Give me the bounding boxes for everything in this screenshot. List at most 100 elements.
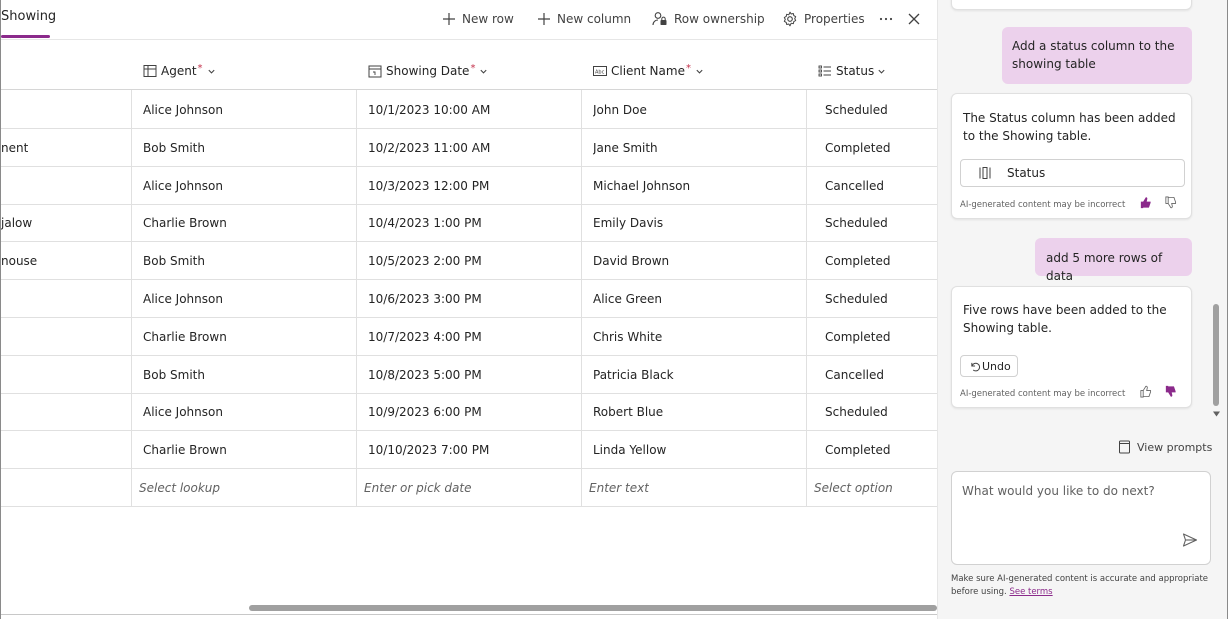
cell-client-name[interactable]: John Doe (593, 91, 647, 129)
cell-status[interactable]: Scheduled (825, 280, 888, 318)
new-column-label: New column (557, 12, 632, 26)
table-row[interactable]: Charlie Brown 10/10/2023 7:00 PM Linda Yel… (1, 431, 937, 470)
cell-name-fragment[interactable]: jalow (1, 204, 32, 242)
calendar-icon (368, 65, 382, 78)
table-row[interactable]: Alice Johnson 10/3/2023 12:00 PM Michael J… (1, 167, 937, 205)
tab-showing[interactable]: Showing (1, 9, 56, 24)
text-column-icon: Abc (593, 66, 607, 76)
cell-agent[interactable]: Bob Smith (143, 129, 205, 167)
horizontal-scrollbar[interactable] (249, 605, 937, 611)
user-message: add 5 more rows of data (1035, 238, 1192, 283)
assistant-message-card: The Status column has been added to the … (951, 93, 1192, 219)
cell-agent[interactable]: Alice Johnson (143, 280, 223, 318)
column-header-label: Status (836, 64, 875, 78)
new-row-input[interactable]: Select lookup Enter or pick date Enter tex… (1, 469, 937, 507)
cell-status[interactable]: Cancelled (825, 356, 884, 394)
cell-showing-date[interactable]: 10/7/2023 4:00 PM (368, 318, 482, 356)
plus-icon (538, 13, 550, 25)
column-header-client-name[interactable]: Abc Client Name * (593, 62, 704, 80)
thumbs-down-icon[interactable] (1164, 385, 1177, 398)
send-icon[interactable] (1182, 532, 1198, 548)
cell-client-name[interactable]: David Brown (593, 242, 669, 280)
thumbs-down-icon[interactable] (1164, 196, 1177, 209)
table-row[interactable]: Alice Johnson 10/6/2023 3:00 PM Alice Gree… (1, 280, 937, 318)
cell-client-name[interactable]: Linda Yellow (593, 431, 666, 469)
chevron-down-icon (480, 69, 488, 74)
grid-header-row: Agent * Showing Date * Abc Client Name * St… (1, 52, 937, 90)
thumbs-up-icon[interactable] (1139, 196, 1152, 209)
cell-showing-date[interactable]: 10/1/2023 10:00 AM (368, 91, 490, 129)
cell-status[interactable]: Scheduled (825, 393, 888, 431)
cell-status[interactable]: Completed (825, 318, 890, 356)
cell-name-fragment[interactable]: nent (1, 129, 28, 167)
ai-disclaimer: AI-generated content may be incorrect (960, 200, 1126, 210)
cell-agent[interactable]: Bob Smith (143, 356, 205, 394)
cell-showing-date[interactable]: 10/6/2023 3:00 PM (368, 280, 482, 318)
cell-client-name[interactable]: Chris White (593, 318, 662, 356)
cell-status[interactable]: Scheduled (825, 91, 888, 129)
table-row[interactable]: Charlie Brown 10/7/2023 4:00 PM Chris Whit… (1, 318, 937, 356)
cell-client-name[interactable]: Michael Johnson (593, 167, 690, 205)
cell-status[interactable]: Completed (825, 431, 890, 469)
table-row[interactable]: nent Bob Smith 10/2/2023 11:00 AM Jane Smit… (1, 129, 937, 167)
cell-showing-date[interactable]: 10/2/2023 11:00 AM (368, 129, 490, 167)
new-row-button[interactable]: New row (442, 9, 514, 29)
column-divider (356, 90, 357, 507)
cell-showing-date[interactable]: 10/4/2023 1:00 PM (368, 204, 482, 242)
column-header-agent[interactable]: Agent * (143, 62, 216, 80)
placeholder-showing-date[interactable]: Enter or pick date (364, 469, 471, 507)
placeholder-agent[interactable]: Select lookup (139, 469, 220, 507)
cell-agent[interactable]: Charlie Brown (143, 204, 227, 242)
cell-showing-date[interactable]: 10/8/2023 5:00 PM (368, 356, 482, 394)
cell-agent[interactable]: Charlie Brown (143, 431, 227, 469)
cell-showing-date[interactable]: 10/9/2023 6:00 PM (368, 393, 482, 431)
cell-client-name[interactable]: Patricia Black (593, 356, 674, 394)
gear-icon (783, 11, 797, 27)
cell-agent[interactable]: Bob Smith (143, 242, 205, 280)
vertical-scrollbar[interactable] (1213, 304, 1219, 406)
scroll-down-arrow-icon[interactable] (1212, 410, 1221, 418)
cell-agent[interactable]: Alice Johnson (143, 167, 223, 205)
cell-agent[interactable]: Alice Johnson (143, 393, 223, 431)
placeholder-status[interactable]: Select option (814, 469, 893, 507)
row-ownership-label: Row ownership (674, 12, 765, 26)
cell-showing-date[interactable]: 10/5/2023 2:00 PM (368, 242, 482, 280)
cell-client-name[interactable]: Alice Green (593, 280, 662, 318)
cell-showing-date[interactable]: 10/10/2023 7:00 PM (368, 431, 489, 469)
placeholder-client-name[interactable]: Enter text (589, 469, 649, 507)
choice-column-icon (818, 65, 831, 77)
close-button[interactable] (907, 9, 927, 29)
table-row[interactable]: Alice Johnson 10/1/2023 10:00 AM John Doe S… (1, 91, 937, 129)
view-prompts-button[interactable]: View prompts (1118, 440, 1212, 454)
prompt-input[interactable] (962, 484, 1182, 524)
cell-showing-date[interactable]: 10/3/2023 12:00 PM (368, 167, 489, 205)
undo-button[interactable]: Undo (960, 355, 1018, 377)
column-header-showing-date[interactable]: Showing Date * (368, 62, 488, 80)
cell-client-name[interactable]: Jane Smith (593, 129, 658, 167)
table-row[interactable]: nouse Bob Smith 10/5/2023 2:00 PM David Bro… (1, 242, 937, 281)
cell-status[interactable]: Cancelled (825, 167, 884, 205)
chevron-down-icon (696, 69, 703, 74)
user-message: Add a status column to the showing table (1002, 27, 1192, 84)
assistant-message-text: Five rows have been added to the Showing… (963, 303, 1167, 335)
column-header-status[interactable]: Status (818, 62, 886, 80)
cell-status[interactable]: Completed (825, 242, 890, 280)
status-column-chip[interactable]: Status (960, 159, 1185, 187)
table-row[interactable]: Bob Smith 10/8/2023 5:00 PM Patricia Black… (1, 356, 937, 394)
properties-button[interactable]: Properties (782, 9, 865, 29)
more-options-button[interactable] (879, 9, 899, 29)
thumbs-up-icon[interactable] (1139, 385, 1152, 398)
cell-agent[interactable]: Alice Johnson (143, 91, 223, 129)
cell-client-name[interactable]: Robert Blue (593, 393, 663, 431)
new-column-button[interactable]: New column (537, 9, 631, 29)
cell-status[interactable]: Scheduled (825, 204, 888, 242)
table-row[interactable]: jalow Charlie Brown 10/4/2023 1:00 PM Emily… (1, 204, 937, 243)
cell-agent[interactable]: Charlie Brown (143, 318, 227, 356)
cell-name-fragment[interactable]: nouse (1, 242, 37, 280)
cell-client-name[interactable]: Emily Davis (593, 204, 663, 242)
table-row[interactable]: Alice Johnson 10/9/2023 6:00 PM Robert Blu… (1, 393, 937, 432)
see-terms-link[interactable]: See terms (1009, 587, 1052, 597)
cell-status[interactable]: Completed (825, 129, 890, 167)
assistant-message-text: The Status column has been added to the … (963, 111, 1176, 143)
row-ownership-button[interactable]: Row ownership (652, 9, 765, 29)
